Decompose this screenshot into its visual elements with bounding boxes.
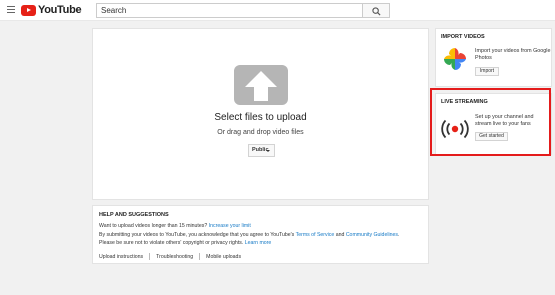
community-guidelines-link[interactable]: Community Guidelines: [346, 232, 398, 238]
search-input[interactable]: Search: [96, 3, 363, 18]
top-bar: YouTube Search: [0, 0, 555, 21]
privacy-dropdown[interactable]: Public: [248, 144, 275, 157]
help-text: By submitting your videos to YouTube, yo…: [99, 232, 296, 238]
divider: [199, 253, 201, 260]
help-text: and: [334, 232, 346, 238]
troubleshooting-link[interactable]: Troubleshooting: [156, 254, 193, 260]
increase-limit-link[interactable]: Increase your limit: [209, 223, 251, 229]
logo-text: YouTube: [38, 4, 82, 16]
mobile-uploads-link[interactable]: Mobile uploads: [206, 254, 241, 260]
import-description: Import your videos from Google Photos: [475, 48, 551, 61]
terms-of-service-link[interactable]: Terms of Service: [296, 232, 335, 238]
upload-arrow-icon[interactable]: [234, 65, 288, 105]
highlight-box: [430, 88, 551, 156]
upload-subtitle: Or drag and drop video files: [217, 129, 304, 136]
import-videos-card: IMPORT VIDEOS Import your videos from Go…: [435, 28, 552, 87]
search-icon: [372, 7, 381, 16]
learn-more-link[interactable]: Learn more: [245, 240, 272, 246]
search-button[interactable]: [362, 3, 390, 18]
help-text: Please be sure not to violate others' co…: [99, 240, 245, 246]
help-text: .: [398, 232, 400, 238]
youtube-logo[interactable]: YouTube: [21, 4, 82, 16]
help-line-copyright: Please be sure not to violate others' co…: [99, 240, 271, 246]
upload-dropzone[interactable]: Select files to upload Or drag and drop …: [92, 28, 429, 200]
help-title: HELP AND SUGGESTIONS: [99, 212, 169, 218]
caret-down-icon: [266, 150, 270, 152]
upload-instructions-link[interactable]: Upload instructions: [99, 254, 143, 260]
divider: [149, 253, 151, 260]
help-line-limit: Want to upload videos longer than 15 min…: [99, 223, 251, 229]
upload-title: Select files to upload: [214, 112, 307, 123]
import-title: IMPORT VIDEOS: [441, 34, 485, 40]
hamburger-menu-icon[interactable]: [7, 6, 15, 13]
help-footer-links: Upload instructions Troubleshooting Mobi…: [99, 253, 241, 260]
youtube-play-icon: [21, 4, 36, 16]
google-photos-icon: [444, 48, 466, 70]
help-suggestions-card: HELP AND SUGGESTIONS Want to upload vide…: [92, 205, 429, 264]
import-button[interactable]: Import: [475, 67, 499, 76]
help-line-terms: By submitting your videos to YouTube, yo…: [99, 232, 399, 238]
help-text: Want to upload videos longer than 15 min…: [99, 223, 209, 229]
